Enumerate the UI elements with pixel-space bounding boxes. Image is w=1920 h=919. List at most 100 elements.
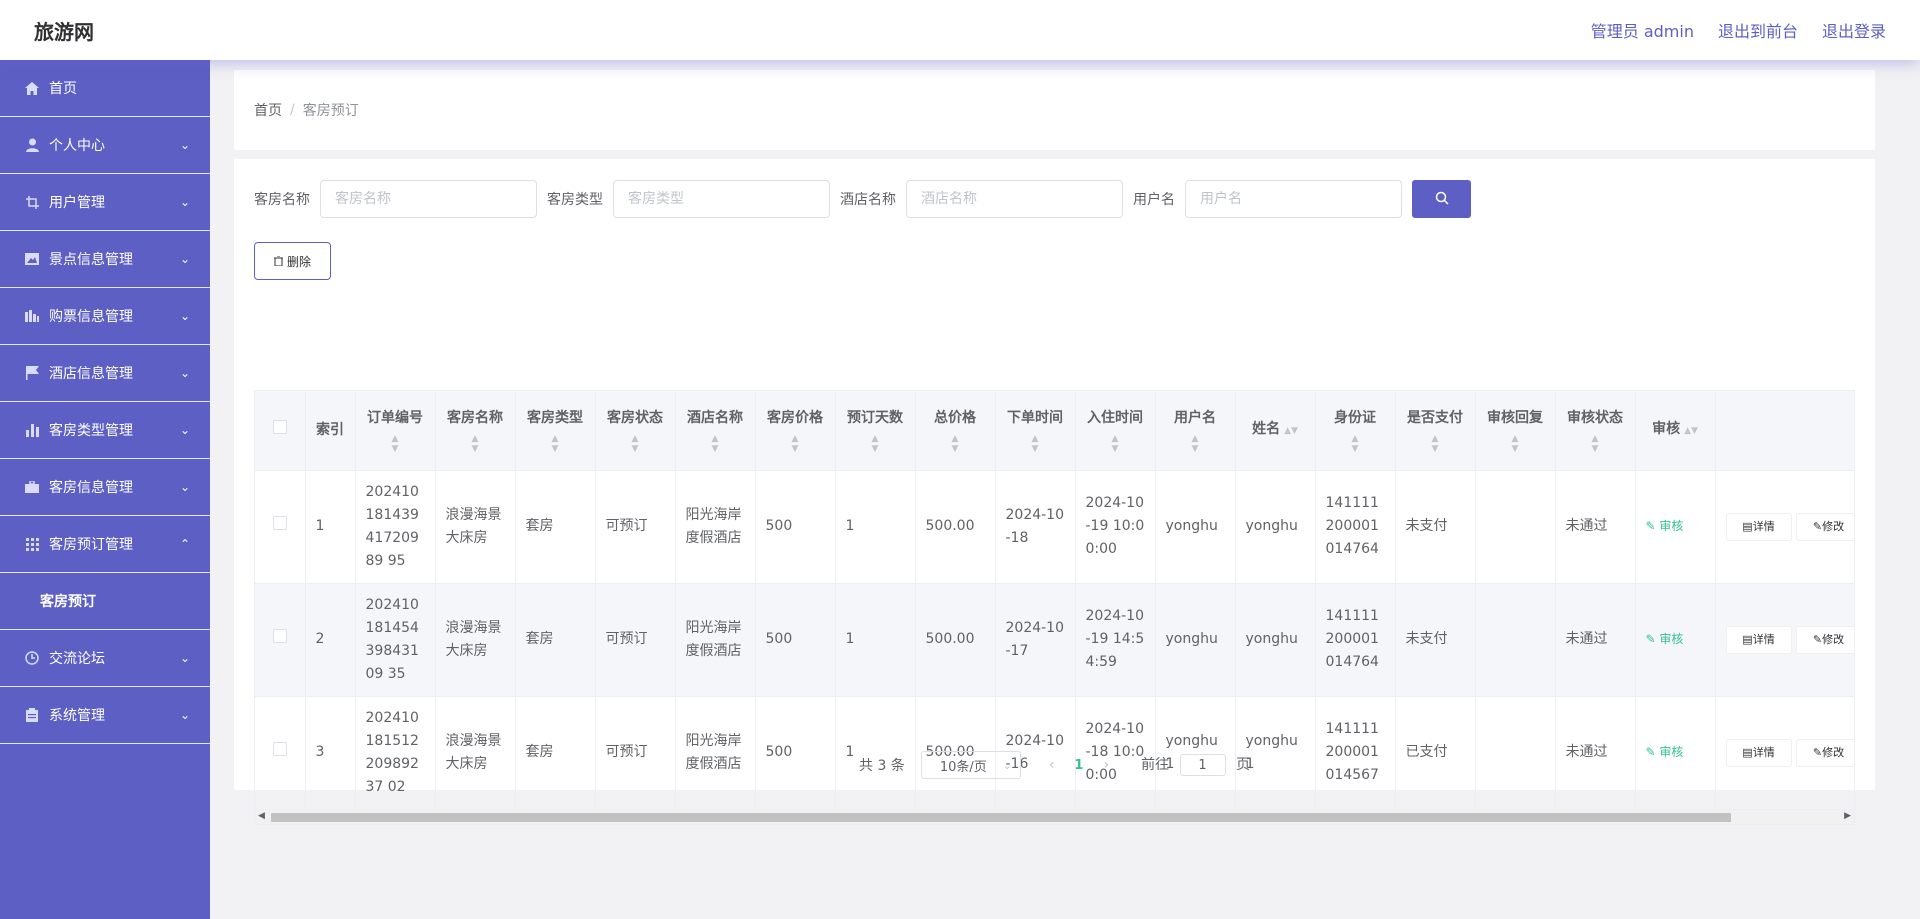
sort-icon[interactable]: ▲▼ [366, 434, 425, 454]
detail-button[interactable]: ▤ 详情 [1725, 512, 1792, 541]
goto-page-input[interactable] [1179, 754, 1226, 777]
sidebar-item-room-types[interactable]: 客房类型管理 ⌄ [0, 402, 210, 459]
audit-button[interactable]: ✎ 审核 [1646, 632, 1684, 646]
prev-page-icon[interactable]: ‹ [1049, 757, 1055, 773]
horizontal-scrollbar[interactable]: ◀ ▶ [254, 809, 1855, 825]
sort-icon[interactable]: ▲▼ [686, 434, 745, 454]
audit-button[interactable]: ✎ 审核 [1646, 519, 1684, 533]
hotel-name-input[interactable] [906, 180, 1123, 218]
sidebar-item-label: 购票信息管理 [49, 309, 133, 325]
username-label: 用户名 [1133, 192, 1175, 208]
column-header[interactable]: 用户名 ▲ ▼ [1155, 391, 1236, 471]
row-checkbox[interactable] [272, 516, 287, 530]
chevron-up-icon: ⌃ [179, 537, 190, 551]
sidebar-item-system[interactable]: 系统管理 ⌄ [0, 687, 210, 744]
sort-icon[interactable]: ▲▼ [446, 434, 505, 454]
document-icon: ▤ [1742, 520, 1753, 533]
sort-icon[interactable]: ▲▼ [766, 434, 825, 454]
scroll-right-icon[interactable]: ▶ [1844, 811, 1851, 821]
sort-icon[interactable]: ▲▼ [926, 434, 985, 454]
sidebar-subitem-booking[interactable]: 客房预订 [0, 573, 210, 630]
sidebar-item-home[interactable]: 首页 [0, 60, 210, 117]
row-checkbox[interactable] [272, 629, 287, 643]
next-page-icon[interactable]: › [1103, 757, 1109, 773]
column-header[interactable]: 入住时间 ▲ ▼ [1075, 391, 1156, 471]
sort-icon[interactable]: ▲▼ [1566, 434, 1625, 454]
sort-icon[interactable]: ▲▼ [1406, 434, 1465, 454]
column-header[interactable]: 总价格 ▲ ▼ [915, 391, 996, 471]
sidebar-item-tickets[interactable]: 购票信息管理 ⌄ [0, 288, 210, 345]
column-header-label: 审核 [1652, 420, 1681, 437]
trash-icon [273, 256, 283, 266]
column-header[interactable]: 酒店名称 ▲ ▼ [675, 391, 756, 471]
edit-icon: ✎ [1645, 519, 1660, 533]
column-header[interactable]: 姓名 ▲▼ [1235, 391, 1316, 471]
sidebar-item-users[interactable]: 用户管理 ⌄ [0, 174, 210, 231]
sort-icon[interactable]: ▲▼ [526, 434, 585, 454]
edit-button[interactable]: ✎ 修改 [1795, 512, 1854, 541]
username-input[interactable] [1185, 180, 1402, 218]
sidebar-item-rooms[interactable]: 客房信息管理 ⌄ [0, 459, 210, 516]
sidebar-item-label: 客房类型管理 [49, 423, 133, 439]
column-header[interactable]: 预订天数 ▲ ▼ [835, 391, 916, 471]
select-all-checkbox[interactable] [272, 419, 287, 434]
sidebar-item-scenic[interactable]: 景点信息管理 ⌄ [0, 231, 210, 288]
current-page[interactable]: 1 [1074, 758, 1083, 773]
sort-icon[interactable]: ▲▼ [1684, 426, 1698, 436]
cell-room-name: 浪漫海景大床房 [435, 470, 516, 584]
row-select-cell [255, 470, 306, 584]
column-header[interactable]: 订单编号 ▲ ▼ [355, 391, 436, 471]
app-title: 旅游网 [34, 19, 94, 44]
column-header[interactable]: 客房类型 ▲ ▼ [515, 391, 596, 471]
column-header-label: 客房类型 [527, 409, 583, 426]
breadcrumb-current: 客房预订 [302, 103, 359, 119]
sidebar-item-forum[interactable]: 交流论坛 ⌄ [0, 630, 210, 687]
scroll-left-icon[interactable]: ◀ [258, 811, 265, 821]
page-size-select[interactable]: 10条/页 ⌄ [920, 751, 1021, 779]
cell-hotel-name: 阳光海岸度假酒店 [675, 470, 756, 584]
logout-link[interactable]: 退出登录 [1822, 18, 1886, 42]
cell-order-no: 20241018143941720989 95 [355, 470, 436, 584]
hotel-name-label: 酒店名称 [840, 192, 896, 208]
sort-icon[interactable]: ▲▼ [1086, 434, 1145, 454]
sort-icon[interactable]: ▲▼ [846, 434, 905, 454]
column-header[interactable]: 审核状态 ▲ ▼ [1555, 391, 1636, 471]
search-button[interactable] [1412, 180, 1471, 218]
sidebar-item-bookings[interactable]: 客房预订管理 ⌃ [0, 516, 210, 573]
column-header-label: 是否支付 [1407, 409, 1463, 426]
detail-button[interactable]: ▤ 详情 [1725, 625, 1792, 654]
audit-label: 审核 [1659, 632, 1684, 646]
sidebar-item-personal[interactable]: 个人中心 ⌄ [0, 117, 210, 174]
column-header[interactable]: 身份证 ▲ ▼ [1315, 391, 1396, 471]
scrollbar-thumb[interactable] [271, 813, 1731, 822]
column-header[interactable]: 下单时间 ▲ ▼ [995, 391, 1076, 471]
cell-order-time: 2024-10-18 [995, 470, 1076, 584]
cell-audit-status: 未通过 [1555, 583, 1636, 697]
cell-room-status: 可预订 [595, 583, 676, 697]
breadcrumb-home[interactable]: 首页 [254, 100, 282, 120]
delete-button[interactable]: 删除 [254, 242, 331, 280]
admin-link[interactable]: 管理员 admin [1591, 18, 1694, 42]
sort-icon[interactable]: ▲▼ [1284, 426, 1298, 436]
room-name-input[interactable] [320, 180, 537, 218]
sort-icon[interactable]: ▲▼ [1006, 434, 1065, 454]
column-header-label: 酒店名称 [687, 409, 743, 426]
column-header-label: 用户名 [1174, 409, 1216, 426]
sort-icon[interactable]: ▲▼ [1166, 434, 1225, 454]
sort-icon[interactable]: ▲▼ [1486, 434, 1545, 454]
sort-icon[interactable]: ▲▼ [1326, 434, 1385, 454]
column-header[interactable]: 是否支付 ▲ ▼ [1395, 391, 1476, 471]
chevron-down-icon: ⌄ [179, 480, 190, 494]
sort-icon[interactable]: ▲▼ [606, 434, 665, 454]
column-header[interactable]: 客房状态 ▲ ▼ [595, 391, 676, 471]
column-header[interactable]: 审核 ▲▼ [1635, 391, 1716, 471]
front-link[interactable]: 退出到前台 [1718, 18, 1798, 42]
room-type-input[interactable] [613, 180, 830, 218]
edit-icon: ✎ [1812, 520, 1823, 533]
goto-page: 前往 页 [1141, 754, 1250, 777]
column-header[interactable]: 审核回复 ▲ ▼ [1475, 391, 1556, 471]
edit-button[interactable]: ✎ 修改 [1795, 625, 1854, 654]
sidebar-item-hotels[interactable]: 酒店信息管理 ⌄ [0, 345, 210, 402]
column-header[interactable]: 客房价格 ▲ ▼ [755, 391, 836, 471]
column-header[interactable]: 客房名称 ▲ ▼ [435, 391, 516, 471]
